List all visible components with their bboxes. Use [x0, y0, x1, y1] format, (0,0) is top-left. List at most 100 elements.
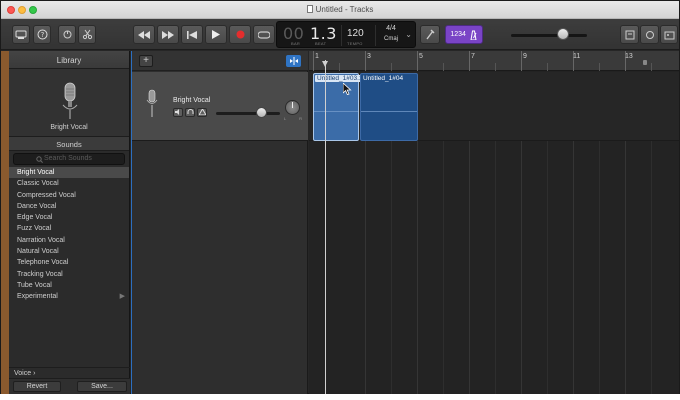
ruler-tick: [417, 51, 418, 71]
bar-ruler[interactable]: 1 3 5 7 9 11 13: [309, 51, 679, 71]
audio-region[interactable]: Untitled_1#04: [360, 73, 418, 141]
region-filter-button[interactable]: [286, 55, 301, 67]
fast-forward-button[interactable]: [157, 25, 179, 44]
sound-item-natural-vocal[interactable]: Natural Vocal: [9, 246, 129, 257]
go-to-beginning-button[interactable]: [181, 25, 203, 44]
category-label: Voice: [14, 370, 32, 377]
library-footer: Revert Save...: [9, 378, 130, 394]
ruler-tick: [365, 51, 366, 71]
smart-controls-button[interactable]: [58, 25, 76, 44]
sound-item-telephone-vocal[interactable]: Telephone Vocal: [9, 257, 129, 268]
lcd-tempo-label: TEMPO: [347, 41, 363, 46]
note-pad-icon: [625, 30, 634, 39]
sound-item-bright-vocal[interactable]: Bright Vocal: [9, 167, 129, 179]
tuning-fork-icon: [426, 29, 435, 39]
library-preview-name: Bright Vocal: [50, 124, 88, 131]
sound-item-classic-vocal[interactable]: Classic Vocal: [9, 178, 129, 189]
ruler-bar-number: 7: [471, 53, 475, 60]
master-volume-knob[interactable]: [557, 28, 569, 40]
sound-item-fuzz-vocal[interactable]: Fuzz Vocal: [9, 223, 129, 234]
control-bar: ? 00 1.3 BAR BEAT 120 TEMPO 4/4 Cmaj ⌄ 1…: [1, 19, 679, 50]
lcd-key[interactable]: Cmaj: [380, 36, 402, 42]
go-to-beginning-icon: [187, 30, 197, 39]
svg-text:?: ?: [40, 31, 44, 39]
ruler-minor-tick: [495, 63, 496, 71]
count-in-button[interactable]: 1234: [445, 25, 483, 44]
ruler-minor-tick: [651, 63, 652, 71]
track-volume-slider[interactable]: [216, 112, 280, 115]
lcd-separator: [375, 25, 376, 46]
sound-list: Bright Vocal Classic Vocal Compressed Vo…: [9, 167, 129, 303]
sound-item-tube-vocal[interactable]: Tube Vocal: [9, 280, 129, 291]
editors-button[interactable]: [78, 25, 96, 44]
smart-controls-icon: [63, 30, 71, 39]
lcd-bar-label: BAR: [291, 41, 301, 46]
sound-item-edge-vocal[interactable]: Edge Vocal: [9, 212, 129, 223]
chevron-right-icon: ▶: [119, 293, 125, 301]
region-label: Untitled_1#04: [363, 75, 404, 82]
sound-item-compressed-vocal[interactable]: Compressed Vocal: [9, 190, 129, 201]
ruler-tick: [469, 51, 470, 71]
mute-button[interactable]: [173, 108, 183, 117]
search-sounds-input[interactable]: Search Sounds: [13, 153, 125, 165]
lcd-tempo[interactable]: 120: [347, 28, 364, 39]
add-track-button[interactable]: +: [139, 55, 153, 67]
record-icon: [236, 30, 244, 39]
tuner-button[interactable]: [420, 25, 440, 44]
ruler-bar-number: 1: [315, 53, 319, 60]
sound-item-experimental[interactable]: Experimental ▶: [9, 291, 129, 302]
region-label: Untitled_1#03.1: [315, 75, 365, 82]
scissors-icon: [82, 29, 92, 40]
ruler-bar-number: 13: [625, 53, 633, 60]
window-title-text: Untitled - Tracks: [315, 5, 374, 14]
rewind-button[interactable]: [133, 25, 155, 44]
play-button[interactable]: [205, 25, 227, 44]
track-pan-knob[interactable]: [285, 100, 300, 115]
lcd-chevron-down-icon[interactable]: ⌄: [405, 30, 412, 39]
lcd-time-signature[interactable]: 4/4: [380, 25, 402, 32]
ruler-bar-number: 5: [419, 53, 423, 60]
loop-browser-button[interactable]: [640, 25, 659, 44]
input-monitor-icon: [197, 108, 207, 116]
help-button[interactable]: ?: [33, 25, 51, 44]
lcd-beat-label: BEAT: [315, 41, 327, 46]
playhead-handle[interactable]: [322, 61, 328, 67]
record-enable-button[interactable]: [197, 108, 207, 117]
audio-region[interactable]: Untitled_1#03.1: [313, 73, 365, 141]
tracks-timeline[interactable]: 1 3 5 7 9 11 13 Untitled_1#03.1 Untitled…: [309, 51, 679, 394]
library-button[interactable]: [12, 25, 30, 44]
sound-item-experimental-label: Experimental: [17, 293, 58, 301]
region-waveform: [361, 111, 417, 112]
ruler-minor-tick: [599, 63, 600, 71]
lcd-separator: [341, 25, 342, 46]
record-button[interactable]: [229, 25, 251, 44]
revert-button[interactable]: Revert: [13, 381, 61, 392]
library-icon: [15, 30, 27, 39]
chevron-right-icon: ›: [33, 370, 36, 377]
note-pad-button[interactable]: [620, 25, 639, 44]
category-breadcrumb[interactable]: Voice ›: [9, 367, 130, 378]
ruler-scroll-marker[interactable]: [643, 60, 647, 65]
master-volume-slider[interactable]: [511, 34, 587, 37]
sound-item-narration-vocal[interactable]: Narration Vocal: [9, 235, 129, 246]
mouse-pointer-icon: [343, 83, 352, 95]
media-browser-button[interactable]: [660, 25, 678, 44]
track-volume-knob[interactable]: [256, 107, 267, 118]
ruler-bar-number: 11: [573, 53, 581, 60]
solo-button[interactable]: [185, 108, 195, 117]
lcd-display[interactable]: 00 1.3 BAR BEAT 120 TEMPO 4/4 Cmaj ⌄: [276, 21, 416, 48]
search-icon: [36, 156, 43, 163]
cycle-button[interactable]: [253, 25, 275, 44]
headphones-icon: [187, 109, 193, 114]
track-name[interactable]: Bright Vocal: [173, 97, 210, 104]
playhead[interactable]: [325, 60, 326, 394]
track-header-bright-vocal[interactable]: Bright Vocal LR: [132, 72, 308, 141]
fast-forward-icon: [162, 30, 174, 39]
document-icon: [306, 5, 313, 13]
count-in-label: 1234: [450, 31, 466, 38]
sound-item-dance-vocal[interactable]: Dance Vocal: [9, 201, 129, 212]
save-button[interactable]: Save...: [77, 381, 127, 392]
sound-item-tracking-vocal[interactable]: Tracking Vocal: [9, 269, 129, 280]
media-browser-icon: [664, 31, 674, 39]
library-title: Library: [9, 51, 129, 69]
